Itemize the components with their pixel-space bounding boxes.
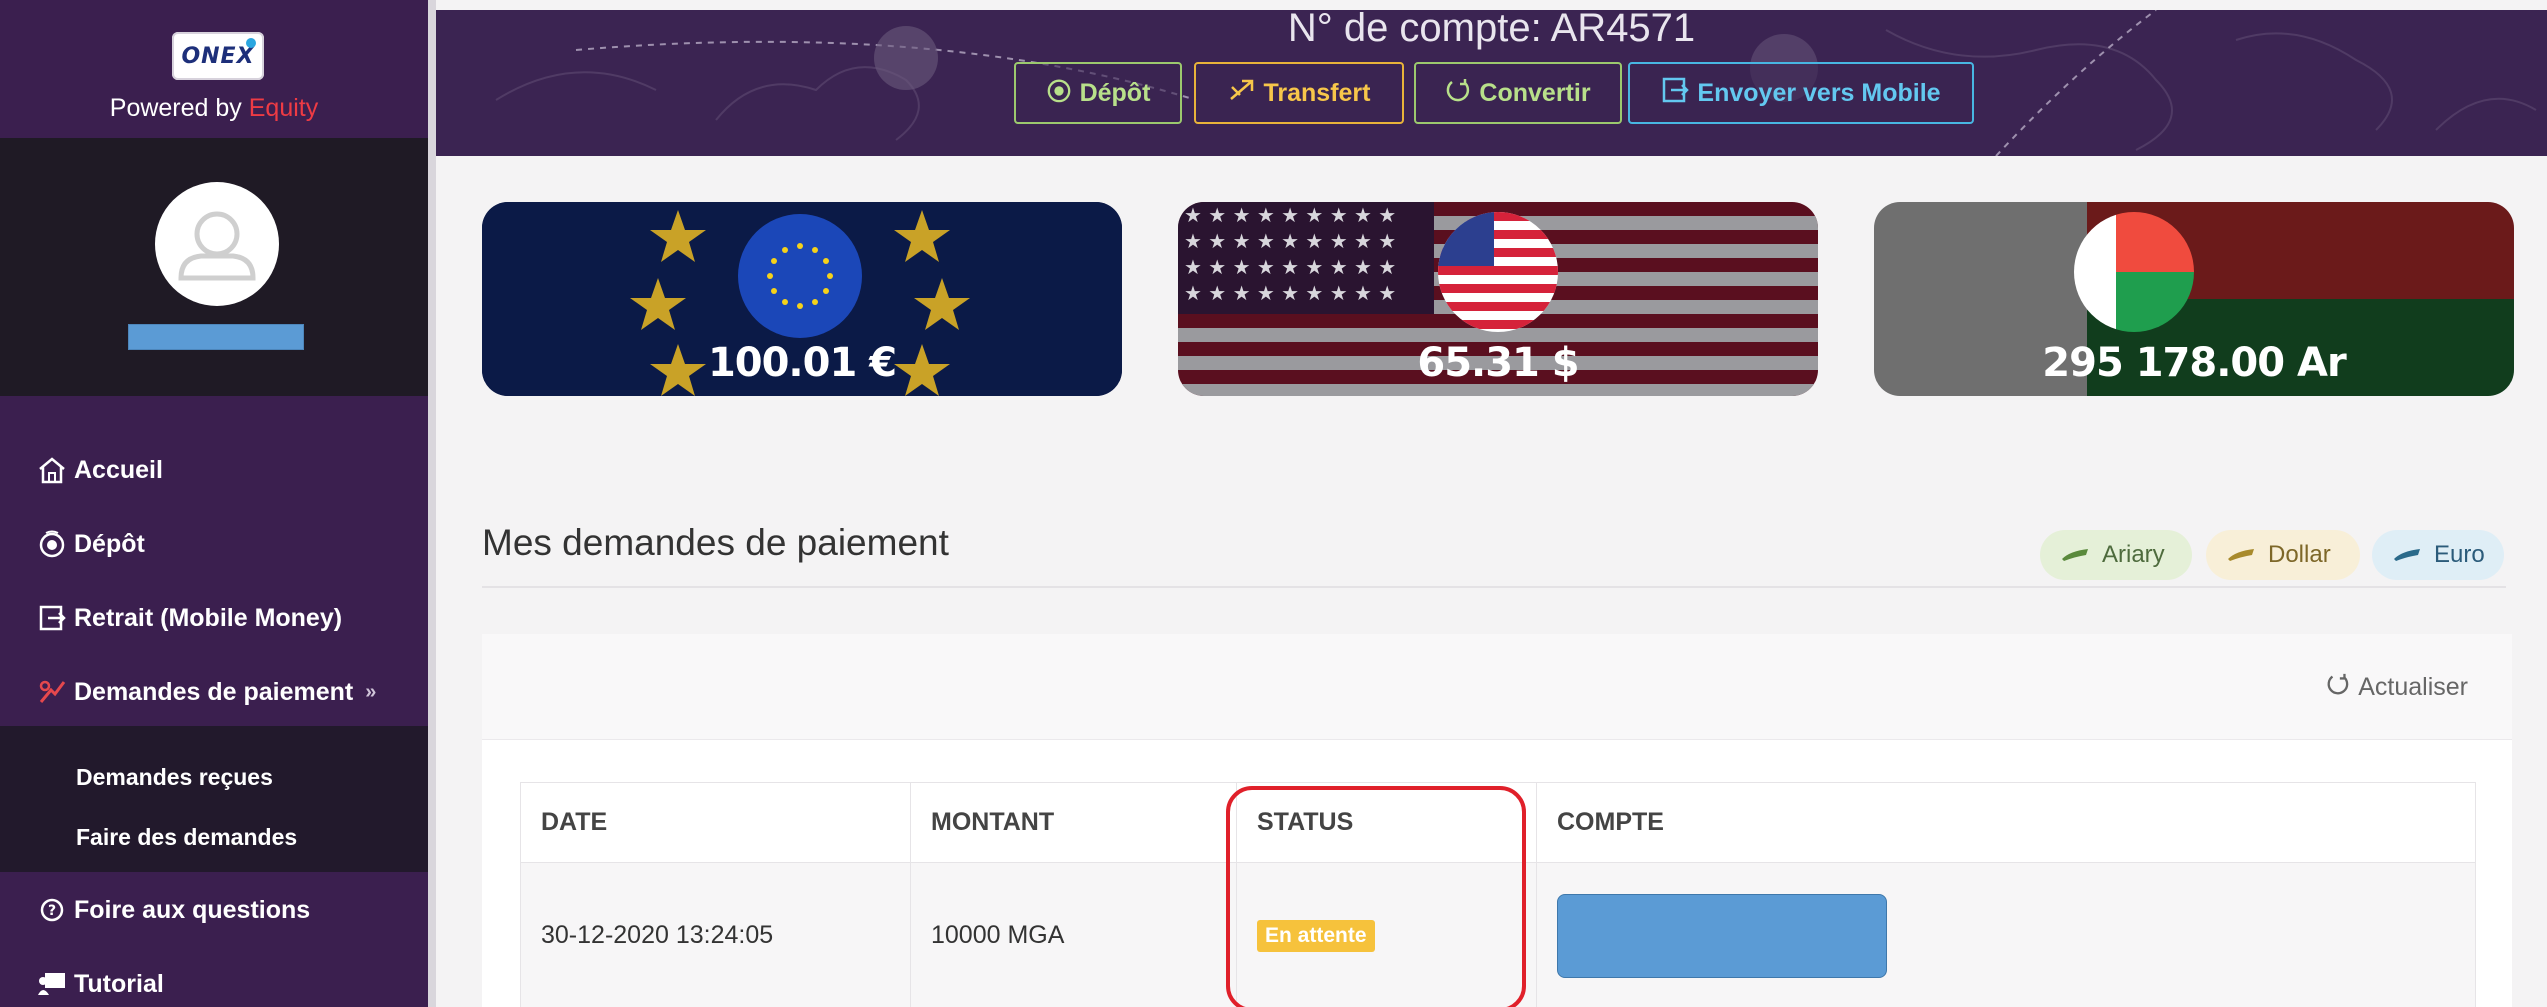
- sidebar-item-depot[interactable]: Dépôt: [0, 514, 428, 574]
- balance-card-mga[interactable]: 295 178.00 Ar: [1874, 202, 2514, 396]
- cell-compte: [1536, 862, 2476, 1007]
- deposit-icon: [34, 528, 70, 560]
- home-icon: [34, 454, 70, 486]
- cell-montant: 10000 MGA: [910, 862, 1237, 1007]
- logo-text: ONEX: [181, 43, 255, 69]
- convertir-button-label: Convertir: [1479, 78, 1591, 107]
- brand-block: ONEX Powered by Equity: [0, 0, 428, 138]
- cell-date: 30-12-2020 13:24:05: [520, 862, 911, 1007]
- svg-text:★ ★ ★ ★ ★ ★ ★ ★ ★: ★ ★ ★ ★ ★ ★ ★ ★ ★: [1184, 281, 1396, 305]
- sidebar-item-label: Retrait (Mobile Money): [74, 603, 343, 632]
- panel-header: Actualiser: [482, 634, 2512, 740]
- convertir-button[interactable]: Convertir: [1414, 62, 1622, 124]
- question-icon: ?: [34, 894, 70, 926]
- sidebar-item-faq[interactable]: ? Foire aux questions: [0, 880, 428, 940]
- column-header-compte[interactable]: COMPTE: [1536, 782, 2476, 863]
- sidebar-item-label: Demandes de paiement: [74, 677, 354, 706]
- depot-button-label: Dépôt: [1079, 78, 1151, 107]
- svg-text:★ ★ ★ ★ ★ ★ ★ ★ ★: ★ ★ ★ ★ ★ ★ ★ ★ ★: [1184, 203, 1396, 227]
- powered-prefix: Powered by: [109, 94, 242, 122]
- column-header-date[interactable]: DATE: [520, 782, 911, 863]
- sidebar-item-label: Foire aux questions: [74, 895, 311, 924]
- sidebar: ONEX Powered by Equity Accueil Dépôt Ret…: [0, 0, 428, 1007]
- filter-ariary[interactable]: Ariary: [2040, 530, 2192, 580]
- onex-logo[interactable]: ONEX: [172, 32, 264, 80]
- refresh-label: Actualiser: [2358, 673, 2468, 701]
- balance-amount-usd: 65.31 $: [1417, 340, 1579, 386]
- status-highlight-annotation: [1226, 786, 1526, 1007]
- section-divider: [482, 586, 2506, 588]
- payment-request-icon: [34, 676, 70, 708]
- transfert-button[interactable]: Transfert: [1194, 62, 1404, 124]
- sidebar-item-label: Tutorial: [74, 969, 164, 998]
- tutorial-icon: [34, 968, 70, 1000]
- transfer-icon: [1228, 77, 1256, 110]
- filter-euro-label: Euro: [2434, 541, 2485, 568]
- filter-dollar[interactable]: Dollar: [2206, 530, 2360, 580]
- balance-amount-mga: 295 178.00 Ar: [2042, 340, 2346, 386]
- submenu-item-faire-demandes[interactable]: Faire des demandes: [76, 824, 297, 851]
- submenu-item-demandes-recues[interactable]: Demandes reçues: [76, 764, 273, 791]
- svg-text:?: ?: [48, 903, 56, 919]
- envoyer-mobile-button[interactable]: Envoyer vers Mobile: [1628, 62, 1974, 124]
- transfert-button-label: Transfert: [1263, 78, 1371, 107]
- payment-submenu: Demandes reçues Faire des demandes: [0, 726, 428, 872]
- sidebar-item-accueil[interactable]: Accueil: [0, 440, 428, 500]
- sidebar-item-demandes-paiement[interactable]: Demandes de paiement »: [0, 662, 428, 722]
- sidebar-item-tutorial[interactable]: Tutorial: [0, 954, 428, 1007]
- refresh-icon: [2326, 672, 2350, 703]
- send-mobile-icon: [1661, 76, 1690, 111]
- powered-brand: Equity: [248, 94, 319, 122]
- convert-icon: [1445, 77, 1471, 110]
- svg-text:★ ★ ★ ★ ★ ★ ★ ★ ★: ★ ★ ★ ★ ★ ★ ★ ★ ★: [1184, 229, 1396, 253]
- depot-button[interactable]: Dépôt: [1014, 62, 1182, 124]
- sidebar-divider: [428, 0, 436, 1007]
- column-header-montant[interactable]: MONTANT: [910, 782, 1237, 863]
- powered-by-text: Powered by Equity: [0, 94, 428, 123]
- filter-ariary-label: Ariary: [2102, 541, 2165, 568]
- cash-icon: [2226, 544, 2256, 567]
- refresh-button[interactable]: Actualiser: [2326, 672, 2468, 703]
- cash-icon: [2060, 544, 2090, 567]
- sidebar-item-label: Dépôt: [74, 529, 145, 558]
- page-title: Mes demandes de paiement: [482, 522, 949, 563]
- withdraw-icon: [34, 602, 70, 634]
- sidebar-item-retrait[interactable]: Retrait (Mobile Money): [0, 588, 428, 648]
- balance-card-eur[interactable]: 100.01 €: [482, 202, 1122, 396]
- filter-euro[interactable]: Euro: [2372, 530, 2504, 580]
- chevron-down-icon: »: [365, 680, 377, 703]
- account-header: N° de compte: AR4571 Dépôt Transfert Con…: [436, 10, 2547, 156]
- account-redacted: [1557, 893, 1887, 978]
- account-number: N° de compte: AR4571: [1287, 10, 1696, 50]
- cash-icon: [2392, 544, 2422, 567]
- envoyer-mobile-button-label: Envoyer vers Mobile: [1697, 78, 1941, 107]
- profile-block: [0, 138, 428, 396]
- deposit-icon: [1046, 77, 1072, 110]
- filter-dollar-label: Dollar: [2268, 541, 2331, 568]
- svg-text:★ ★ ★ ★ ★ ★ ★ ★ ★: ★ ★ ★ ★ ★ ★ ★ ★ ★: [1184, 255, 1396, 279]
- username-redacted: [128, 324, 304, 350]
- user-avatar-icon[interactable]: [155, 182, 279, 306]
- sidebar-item-label: Accueil: [74, 455, 163, 484]
- balance-amount-eur: 100.01 €: [707, 340, 897, 386]
- balance-card-usd[interactable]: ★ ★ ★ ★ ★ ★ ★ ★ ★ ★ ★ ★ ★ ★ ★ ★ ★ ★ ★ ★ …: [1178, 202, 1818, 396]
- logo-dot-icon: [246, 38, 256, 48]
